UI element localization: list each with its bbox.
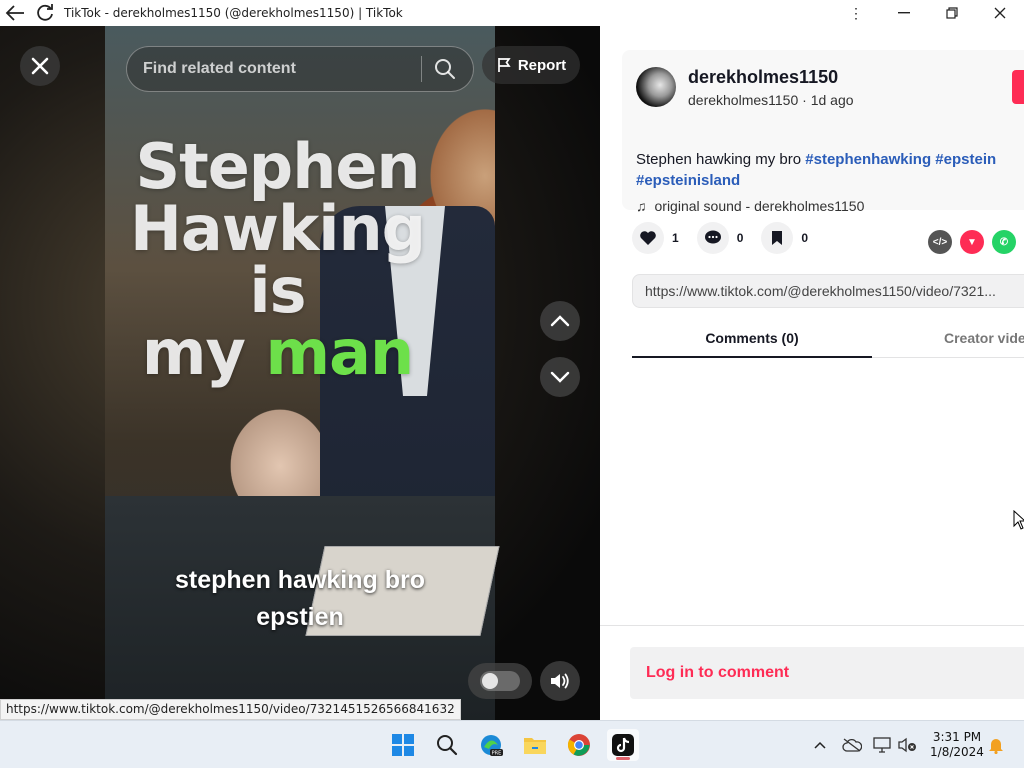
hashtag-link[interactable]: #epsteinisland [636, 172, 740, 189]
tiktok-app-icon[interactable] [607, 729, 639, 761]
panel-tabs: Comments (0) Creator videos [632, 320, 1024, 358]
volume-button[interactable] [540, 661, 580, 701]
caption-line-1: stephen hawking bro [174, 566, 426, 594]
post-info-card: derekholmes1150 derekholmes1150 · 1d ago… [622, 50, 1024, 214]
close-window-icon[interactable] [976, 0, 1024, 26]
network-icon[interactable] [872, 734, 894, 756]
tray-overflow-chevron-icon[interactable] [809, 734, 831, 756]
browser-window: TikTok - derekholmes1150 (@derekholmes11… [0, 0, 1024, 768]
bookmark-icon [761, 222, 794, 254]
toggle-knob [482, 673, 498, 689]
video-link-field[interactable]: https://www.tiktok.com/@derekholmes1150/… [632, 274, 1024, 308]
flag-icon [497, 58, 511, 72]
search-input[interactable] [143, 60, 413, 78]
whatsapp-icon[interactable]: ✆ [992, 230, 1016, 254]
overlay-line-2: Hawking is [129, 192, 426, 327]
like-button[interactable]: 1 [632, 222, 679, 254]
chrome-icon[interactable] [563, 729, 595, 761]
taskbar: PRE 3:31 PM 1/8/2024 [0, 720, 1024, 768]
onedrive-offline-icon[interactable] [841, 734, 863, 756]
heart-icon [632, 222, 664, 254]
edge-browser-icon[interactable]: PRE [475, 729, 507, 761]
like-count: 1 [672, 231, 679, 245]
embed-icon[interactable]: </> [928, 230, 952, 254]
system-clock[interactable]: 3:31 PM 1/8/2024 [926, 730, 988, 760]
active-app-indicator [616, 757, 630, 760]
post-username[interactable]: derekholmes1150 [688, 67, 838, 88]
refresh-icon[interactable] [30, 0, 60, 26]
window-title: TikTok - derekholmes1150 (@derekholmes11… [64, 6, 403, 20]
speaker-icon [551, 673, 569, 689]
autoscroll-toggle[interactable] [468, 663, 532, 699]
mouse-cursor-icon [1013, 509, 1024, 535]
hashtag-link[interactable]: #epstein [935, 151, 996, 168]
clock-time: 3:31 PM [932, 730, 982, 744]
hashtag-link[interactable]: #stephenhawking [805, 151, 931, 168]
chevron-down-icon [550, 371, 570, 383]
file-explorer-icon[interactable] [519, 729, 551, 761]
overlay-line-1: Stephen [135, 130, 420, 203]
notification-bell-icon[interactable] [985, 734, 1007, 756]
action-row: 1 0 0 [632, 222, 826, 254]
taskbar-search-icon[interactable] [431, 729, 463, 761]
more-options-icon[interactable]: ⋮ [832, 0, 880, 26]
search-box[interactable] [126, 46, 474, 92]
report-button[interactable]: Report [482, 46, 580, 84]
svg-text:PRE: PRE [492, 751, 502, 757]
back-icon[interactable] [0, 0, 30, 26]
report-label: Report [517, 56, 567, 74]
chevron-up-icon [550, 315, 570, 327]
windows-start-icon[interactable] [387, 729, 419, 761]
sound-row[interactable]: ♫ original sound - derekholmes1150 [636, 198, 864, 214]
minimize-icon[interactable] [880, 0, 928, 26]
video-overlay-title: Stephen Hawking is my man [105, 136, 450, 384]
next-video-button[interactable] [540, 357, 580, 397]
post-description: Stephen hawking my bro #stephenhawking #… [636, 149, 1024, 191]
share-icons: </> ▼ ✆ [928, 230, 1016, 254]
save-count: 0 [801, 231, 809, 245]
follow-button[interactable] [1012, 70, 1024, 104]
tab-creator-videos[interactable]: Creator videos [872, 320, 1024, 358]
status-bar-url: https://www.tiktok.com/@derekholmes1150/… [0, 699, 461, 720]
comment-icon [696, 222, 729, 254]
title-bar: TikTok - derekholmes1150 (@derekholmes11… [0, 0, 1024, 26]
video-caption: stephen hawking bro epstien [130, 562, 470, 636]
send-icon[interactable]: ▼ [960, 230, 984, 254]
clock-date: 1/8/2024 [930, 745, 984, 759]
video-player[interactable]: Report Stephen Hawking is my man stephen… [0, 26, 600, 720]
tab-comments[interactable]: Comments (0) [632, 320, 872, 358]
sound-label: original sound - derekholmes1150 [654, 198, 865, 214]
comment-divider [600, 625, 1024, 626]
music-note-icon: ♫ [636, 198, 647, 214]
post-subline: derekholmes1150 · 1d ago [688, 92, 854, 108]
save-button[interactable]: 0 [761, 222, 808, 254]
close-video-button[interactable] [20, 46, 60, 86]
login-to-comment-button[interactable]: Log in to comment [630, 647, 1024, 699]
caption-line-2: epstien [256, 603, 344, 631]
overlay-highlight-word: man [265, 316, 415, 389]
comment-count: 0 [736, 231, 744, 245]
avatar[interactable] [636, 67, 676, 107]
comment-button[interactable]: 0 [696, 222, 744, 254]
details-panel: derekholmes1150 derekholmes1150 · 1d ago… [600, 26, 1024, 720]
close-icon [31, 57, 49, 75]
restore-icon[interactable] [928, 0, 976, 26]
sound-muted-icon[interactable] [897, 734, 919, 756]
toggle-track [480, 671, 520, 691]
previous-video-button[interactable] [540, 301, 580, 341]
overlay-line-3a: my [141, 316, 266, 389]
search-icon[interactable] [422, 46, 468, 92]
description-text: Stephen hawking my bro [636, 151, 806, 168]
